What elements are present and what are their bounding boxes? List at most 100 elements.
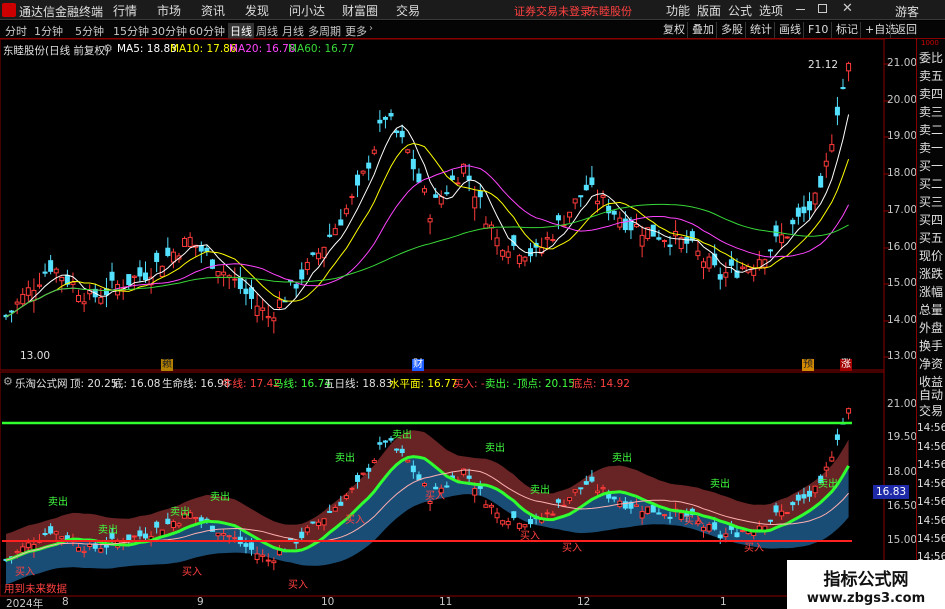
candle-body <box>472 196 478 209</box>
sub-candle-body <box>20 546 26 553</box>
sub-candle-body <box>422 483 427 487</box>
ma5-label: MA5: 18.83 <box>117 43 177 55</box>
sub-candle-body <box>76 547 82 552</box>
candle-body <box>444 192 450 195</box>
sub-candle-body <box>500 520 506 525</box>
candle-body <box>555 215 561 221</box>
sub-candle-body <box>332 506 338 512</box>
candle-body <box>594 200 600 205</box>
date-label: 10 <box>321 596 335 608</box>
event-marker[interactable]: 赖 <box>161 359 173 371</box>
candle-body <box>366 162 372 169</box>
side-trade-label[interactable]: 交易 <box>917 402 945 419</box>
candle-body <box>449 175 455 181</box>
candle-body <box>767 249 773 252</box>
sub-candle-body <box>807 490 813 497</box>
date-label: 8 <box>62 596 69 608</box>
formula-settings-icon[interactable]: ⚙ <box>3 375 13 388</box>
side-quote-label: 卖五 <box>918 69 943 83</box>
candle-body <box>243 288 249 295</box>
candle-body <box>656 237 662 240</box>
candle-body <box>360 170 366 174</box>
sub-candle-body <box>315 521 321 527</box>
candle-body <box>137 267 143 277</box>
sub-candle-body <box>14 550 20 554</box>
side-quote-label: 委比 <box>918 51 943 65</box>
candle-body <box>349 196 355 199</box>
sell-signal: 卖出 <box>98 523 118 536</box>
candle-body <box>343 208 349 215</box>
settings-gear-icon[interactable]: ⚙ <box>103 42 113 55</box>
side-quote-label: 卖四 <box>918 87 943 101</box>
ma5-line <box>5 114 850 318</box>
date-label: 1 <box>720 596 727 608</box>
candle-body <box>154 252 160 262</box>
candle-body <box>500 250 506 257</box>
site-watermark: 指标公式网 www.zbgs3.com <box>787 560 945 609</box>
sub-candle-body <box>661 514 667 517</box>
candle-body <box>232 278 238 281</box>
candle-body <box>204 247 210 252</box>
price-tick: 21.00 <box>887 57 918 69</box>
trading-terminal: 通达信金融终端 行情 市场 资讯 发现 问小达 财富圈 交易 证券交易未登录 东… <box>0 0 945 609</box>
price-tick: 15.00 <box>887 277 918 289</box>
buy-signal: 买入 <box>15 566 35 578</box>
sub-candle-body <box>226 535 232 538</box>
sub-candle-body <box>366 467 372 472</box>
side-time-label: 14:56 <box>917 515 945 527</box>
sub-candle-body <box>594 490 600 494</box>
sub-candle-body <box>812 485 818 494</box>
ma60-label: MA60: 16.77 <box>288 43 355 55</box>
candle-body <box>9 310 15 313</box>
candle-body <box>53 268 59 274</box>
candle-body <box>784 236 790 239</box>
sub-candle-body <box>232 537 238 540</box>
sub-candle-body <box>801 494 807 499</box>
sub-candle-body <box>355 475 361 482</box>
candle-body <box>807 201 813 211</box>
formula-horse: 马线: 16.74 <box>273 378 331 390</box>
event-marker[interactable]: 预 <box>802 359 814 371</box>
ma20-line <box>5 165 850 318</box>
sub-candle-body <box>511 511 517 519</box>
price-tick: 16.00 <box>887 241 918 253</box>
sub-candle-body <box>98 548 104 553</box>
sub-candle-body <box>382 440 388 443</box>
sub-candle-body <box>701 526 706 532</box>
side-quote-label: 外盘 <box>918 321 943 335</box>
sub-candle-body <box>639 511 645 519</box>
formula-ma5: 五日线: 18.83 <box>324 378 393 390</box>
candle-body <box>126 274 132 286</box>
sell-signal: 卖出 <box>485 441 505 454</box>
event-marker[interactable]: 财 <box>412 359 424 371</box>
candle-body <box>98 296 104 304</box>
sub-candle-body <box>399 448 405 454</box>
sub-candle-body <box>795 494 801 501</box>
candle-body <box>477 190 483 198</box>
sell-signal: 卖出 <box>335 451 355 464</box>
watermark-title: 指标公式网 <box>823 570 909 590</box>
side-quote-label: 买一 <box>918 159 943 173</box>
candle-body <box>701 261 706 268</box>
event-marker[interactable]: 涨 <box>840 359 852 371</box>
candle-body <box>215 271 221 277</box>
candle-body <box>427 218 433 223</box>
candle-body <box>321 246 327 259</box>
candle-body <box>611 210 617 215</box>
side-time-label: 14:56 <box>917 478 945 490</box>
candle-body <box>684 237 690 244</box>
sell-signal: 卖出 <box>530 483 550 496</box>
side-quote-label: 买三 <box>918 195 943 209</box>
low-price-label: 13.00 <box>20 350 51 362</box>
side-trade-label[interactable]: 自动 <box>917 386 945 403</box>
kline-chart[interactable]: 卖出卖出卖出卖出卖出卖出卖出卖出卖出卖出 卖出买入 买入买入买入买入买入买入买入买入 <box>0 0 945 609</box>
sub-candle-body <box>176 523 182 527</box>
candle-body <box>103 288 109 296</box>
sub-candle-body <box>215 532 221 537</box>
side-small-label: 1000 <box>921 39 939 47</box>
sub-candle-body <box>265 559 271 562</box>
candle-body <box>304 261 310 271</box>
sub-tick: 16.50 <box>887 500 918 512</box>
side-quote-label: 卖三 <box>918 105 943 119</box>
ma20-label: MA20: 16.78 <box>229 43 296 55</box>
